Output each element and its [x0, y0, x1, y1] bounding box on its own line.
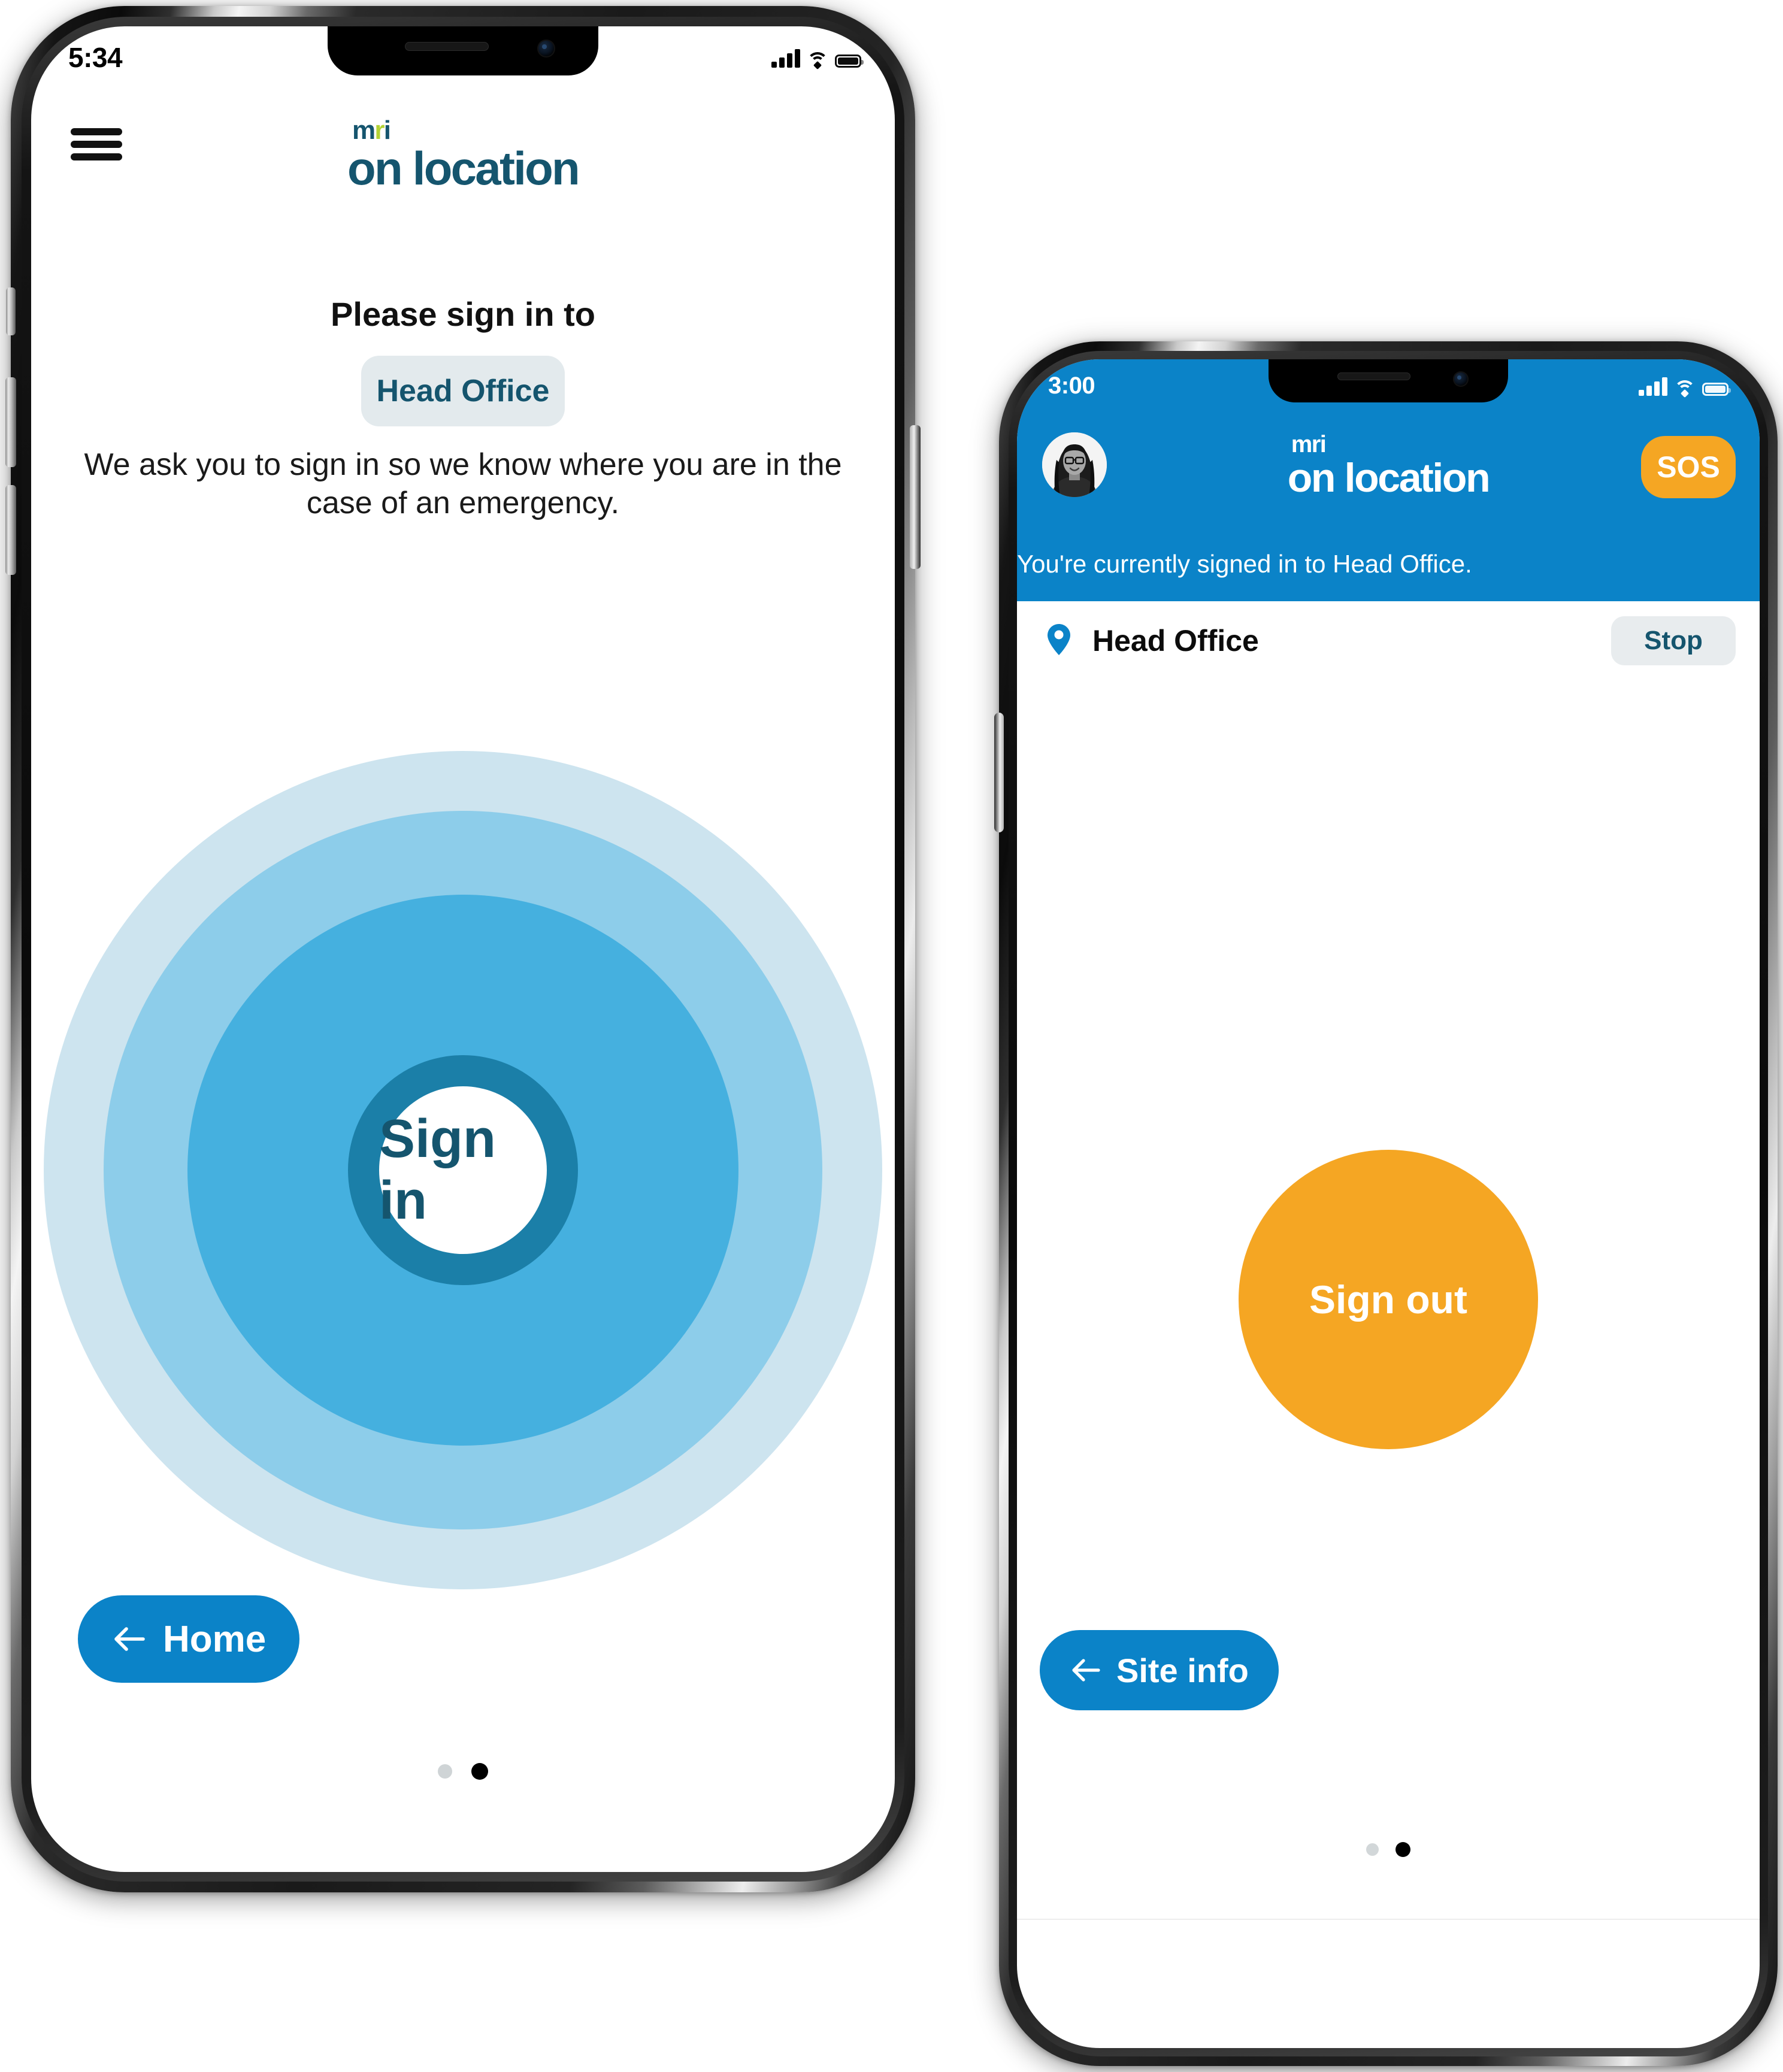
status-indicators	[771, 49, 864, 70]
site-name: Head Office	[1092, 624, 1259, 658]
user-avatar-photo	[1042, 432, 1107, 497]
battery-full-icon	[1702, 383, 1731, 396]
phone1-mute-switch[interactable]	[6, 287, 16, 335]
sos-label: SOS	[1657, 450, 1720, 484]
page-dot-active[interactable]	[471, 1763, 488, 1780]
screenshot-canvas: 3:00 mri on location SOS You're currentl…	[0, 0, 1783, 2072]
phone2-side-button[interactable]	[994, 713, 1004, 832]
earpiece-speaker	[1337, 372, 1410, 380]
phone1-notch	[328, 26, 598, 75]
app-logo: mri on location	[347, 116, 580, 195]
signed-in-banner: You're currently signed in to Head Offic…	[1017, 550, 1472, 578]
phone1-volume-up[interactable]	[5, 377, 16, 467]
sos-button[interactable]: SOS	[1641, 436, 1736, 498]
avatar[interactable]	[1042, 432, 1107, 497]
sign-in-label: Sign in	[379, 1109, 496, 1231]
hamburger-menu-icon[interactable]	[71, 128, 122, 160]
phone1-power-button[interactable]	[910, 425, 921, 569]
wifi-icon	[1674, 380, 1696, 398]
home-button[interactable]: Home	[78, 1595, 300, 1683]
sign-out-label: Sign out	[1309, 1277, 1467, 1322]
signal-bars-icon	[1639, 377, 1667, 396]
location-pin-icon	[1046, 623, 1072, 659]
phone2-notch	[1269, 359, 1508, 402]
app-logo: mri on location	[1287, 431, 1491, 501]
site-info-label: Site info	[1116, 1651, 1249, 1689]
phone-device-2: 3:00 mri on location SOS You're currentl…	[994, 341, 1778, 2066]
battery-full-icon	[835, 54, 864, 68]
front-camera-icon	[537, 40, 555, 57]
bottom-divider	[1017, 1919, 1760, 1920]
status-indicators	[1639, 377, 1731, 398]
phone-device-1: 5:34 mri on location Please sign in to H…	[5, 6, 921, 1892]
signal-bars-icon	[771, 49, 800, 68]
logo-onlocation-text: on location	[347, 142, 580, 195]
status-time: 3:00	[1048, 372, 1095, 399]
arrow-left-icon	[114, 1627, 145, 1651]
home-label: Home	[163, 1618, 267, 1660]
phone2-screen: 3:00 mri on location SOS You're currentl…	[1017, 359, 1760, 2048]
logo-onlocation-text: on location	[1287, 455, 1491, 501]
stop-label: Stop	[1644, 626, 1703, 655]
status-time: 5:34	[68, 42, 123, 73]
page-dot-active[interactable]	[1395, 1842, 1410, 1857]
sign-in-prompt: Please sign in to	[331, 295, 595, 333]
page-dot-inactive[interactable]	[438, 1764, 452, 1779]
front-camera-icon	[1453, 371, 1469, 387]
sign-in-button[interactable]: Sign in	[44, 751, 882, 1589]
earpiece-speaker	[404, 42, 489, 51]
phone1-screen: 5:34 mri on location Please sign in to H…	[31, 26, 895, 1872]
phone1-bezel: 5:34 mri on location Please sign in to H…	[31, 26, 895, 1872]
site-chip[interactable]: Head Office	[361, 356, 565, 426]
phone2-bezel: 3:00 mri on location SOS You're currentl…	[1017, 359, 1760, 2048]
arrow-left-icon	[1072, 1659, 1100, 1682]
sign-out-button[interactable]: Sign out	[1239, 1150, 1538, 1449]
logo-mri-text: mri	[1291, 431, 1327, 458]
page-indicator[interactable]	[1017, 1842, 1760, 1857]
stop-button[interactable]: Stop	[1611, 616, 1736, 665]
ring-inner-white: Sign in	[379, 1086, 547, 1254]
site-chip-label: Head Office	[376, 374, 550, 408]
logo-mri-text: mri	[352, 116, 391, 145]
site-info-button[interactable]: Site info	[1040, 1630, 1279, 1710]
page-indicator[interactable]	[31, 1763, 895, 1780]
site-row: Head Office Stop	[1017, 601, 1760, 680]
page-dot-inactive[interactable]	[1366, 1843, 1379, 1856]
wifi-icon	[807, 52, 828, 70]
phone1-volume-down[interactable]	[5, 485, 16, 575]
sign-in-description: We ask you to sign in so we know where y…	[84, 447, 842, 521]
